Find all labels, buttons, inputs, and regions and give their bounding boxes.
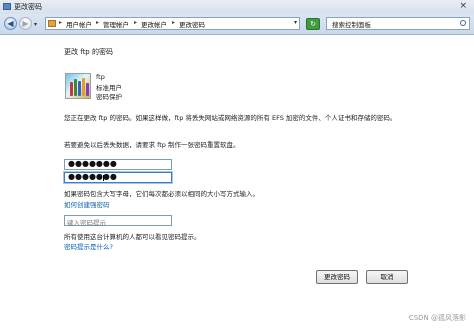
password-hint-help-link[interactable]: 密码提示是什么? — [64, 241, 113, 251]
main-content: 更改 ftp 的密码 ftp 标准用户 密码保护 您正在更改 ftp 的密码。如… — [0, 35, 474, 331]
window-title: 更改密码 — [14, 3, 42, 11]
page-title: 更改 ftp 的密码 — [64, 48, 113, 56]
breadcrumb-separator-icon[interactable]: ▸ — [96, 19, 99, 26]
cancel-button[interactable]: 取消 — [366, 270, 408, 284]
window-icon — [3, 3, 11, 10]
warning-paragraph: 您正在更改 ftp 的密码。如果这样做，ftp 将丢失网站或网络资源的所有 EF… — [64, 114, 397, 122]
breadcrumb-manage-accounts[interactable]: 管理帐户 — [103, 19, 129, 29]
navigation-bar: ◀ ▶ ▾ ▸ 用户帐户 ▸ 管理帐户 ▸ 更改帐户 ▸ 更改密码 ▾ ↻ 搜索… — [0, 14, 474, 35]
breadcrumb-separator-icon[interactable]: ▸ — [59, 19, 62, 26]
search-icon[interactable] — [460, 20, 466, 26]
breadcrumb-separator-icon[interactable]: ▸ — [172, 19, 175, 26]
close-icon[interactable]: × — [459, 1, 467, 11]
new-password-field[interactable]: ●●●●●●● — [64, 159, 172, 170]
search-box[interactable]: 搜索控制面板 — [326, 17, 470, 30]
strong-password-link[interactable]: 如何创建强密码 — [64, 199, 110, 209]
refresh-button[interactable]: ↻ — [306, 18, 320, 30]
breadcrumb-change-account[interactable]: 更改帐户 — [141, 19, 167, 29]
reset-disk-paragraph: 若要避免以后丢失数据，请要求 ftp 制作一张密码重置软盘。 — [64, 141, 240, 149]
address-bar[interactable]: ▸ 用户帐户 ▸ 管理帐户 ▸ 更改帐户 ▸ 更改密码 ▾ — [45, 17, 300, 30]
control-panel-icon — [48, 20, 56, 27]
breadcrumb-change-password[interactable]: 更改密码 — [179, 19, 205, 29]
user-avatar — [65, 73, 91, 99]
refresh-icon: ↻ — [310, 20, 316, 28]
text-caret — [103, 175, 104, 181]
new-password-mask: ●●●●●●● — [68, 159, 117, 168]
breadcrumb-separator-icon[interactable]: ▸ — [134, 19, 137, 26]
change-password-button[interactable]: 更改密码 — [316, 270, 358, 284]
forward-arrow-icon: ▶ — [22, 19, 29, 28]
address-dropdown-icon[interactable]: ▾ — [294, 19, 297, 26]
hint-visibility-note: 所有使用这台计算机的人都可以看见密码提示。 — [64, 233, 201, 241]
capitalization-note: 如果密码包含大写字母，它们每次都必须以相同的大小写方式输入。 — [64, 190, 259, 198]
recent-pages-dropdown-icon[interactable]: ▾ — [34, 21, 37, 28]
breadcrumb-user-accounts[interactable]: 用户帐户 — [66, 19, 92, 29]
password-hint-field[interactable]: 键入密码提示 — [64, 215, 172, 227]
user-name: ftp — [96, 73, 105, 81]
title-bar: 更改密码 × — [0, 0, 474, 15]
watermark: CSDN @孤风落影 — [408, 314, 466, 322]
user-protection-status: 密码保护 — [96, 93, 122, 101]
confirm-password-field[interactable]: ●●●●●●● — [64, 172, 172, 183]
back-arrow-icon: ◀ — [7, 19, 14, 28]
back-button[interactable]: ◀ — [4, 17, 17, 30]
forward-button[interactable]: ▶ — [19, 17, 32, 30]
password-hint-placeholder: 键入密码提示 — [67, 219, 106, 227]
search-input[interactable]: 搜索控制面板 — [332, 19, 371, 29]
confirm-password-mask: ●●●●●●● — [68, 172, 117, 181]
